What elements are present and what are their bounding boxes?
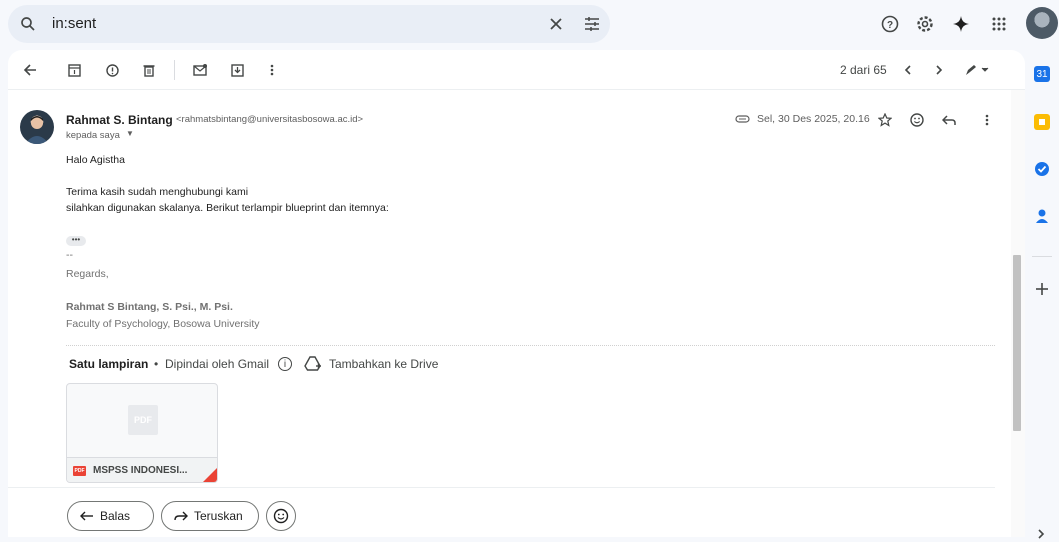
pdf-file-icon: PDF [73, 466, 86, 476]
body-line: Terima kasih sudah menghubungi kami [66, 186, 249, 198]
emoji-react-icon[interactable] [907, 110, 927, 130]
expand-panel-icon[interactable] [1037, 526, 1045, 542]
attachment-filename[interactable]: MSPSS INDONESI... [93, 465, 187, 476]
separator-dot: • [154, 357, 159, 371]
attachment-divider [66, 345, 995, 346]
label-icon [734, 110, 752, 128]
reply-label: Balas [100, 509, 131, 523]
scrollbar-thumb[interactable] [1013, 255, 1021, 431]
more-vert-icon[interactable] [977, 110, 997, 130]
signature-regards: Regards, [66, 268, 109, 280]
body-greeting: Halo Agistha [66, 154, 125, 166]
archive-icon[interactable] [63, 59, 85, 81]
more-vert-icon[interactable] [261, 59, 283, 81]
message-toolbar: 2 dari 65 [8, 50, 1025, 90]
search-input[interactable]: in:sent [52, 15, 96, 32]
email-date: Sel, 30 Des 2025, 20.16 [757, 113, 870, 125]
contacts-icon[interactable] [1034, 208, 1050, 224]
pdf-thumbnail-icon: PDF [128, 405, 158, 435]
show-trimmed-content-button[interactable]: ••• [66, 236, 86, 246]
forward-label: Teruskan [194, 509, 243, 523]
signature-name: Rahmat S Bintang, S. Psi., M. Psi. [66, 301, 233, 313]
delete-icon[interactable] [138, 59, 160, 81]
attachment-count: Satu lampiran [69, 357, 149, 371]
apps-grid-icon[interactable] [987, 12, 1011, 36]
filter-options-icon[interactable] [580, 12, 604, 36]
search-icon[interactable] [16, 12, 40, 36]
help-icon[interactable]: ? [878, 12, 902, 36]
side-panel-divider [1032, 256, 1052, 257]
prev-icon[interactable] [897, 59, 919, 81]
close-icon[interactable] [544, 12, 568, 36]
svg-text:?: ? [887, 20, 893, 31]
toolbar-divider [174, 60, 175, 80]
side-panel: 31 [1025, 48, 1059, 539]
tasks-icon[interactable] [1034, 161, 1050, 177]
body-line: silahkan digunakan skalanya. Berikut ter… [66, 202, 389, 214]
search-box[interactable]: in:sent [8, 5, 610, 43]
add-to-drive-icon[interactable] [304, 355, 322, 373]
calendar-icon[interactable]: 31 [1034, 66, 1050, 82]
move-to-icon[interactable] [226, 59, 248, 81]
keep-icon[interactable] [1034, 114, 1050, 130]
next-icon[interactable] [928, 59, 950, 81]
gemini-icon[interactable] [949, 12, 973, 36]
sender-avatar[interactable] [20, 110, 54, 144]
caret-down-icon[interactable]: ▼ [126, 129, 134, 138]
reply-icon[interactable] [939, 110, 959, 130]
signature-dash: -- [66, 249, 73, 261]
message-panel: 2 dari 65 Rahmat S. Bintang <rahmatsbint… [8, 50, 1025, 537]
input-tools-icon[interactable] [962, 59, 992, 81]
scanned-by-gmail: Dipindai oleh Gmail [165, 357, 270, 371]
star-icon[interactable] [875, 110, 895, 130]
signature-affiliation: Faculty of Psychology, Bosowa University [66, 318, 260, 330]
settings-icon[interactable] [913, 12, 937, 36]
attachment-footer: PDF MSPSS INDONESI... [67, 457, 217, 482]
back-arrow-icon[interactable] [19, 59, 41, 81]
attachment-card[interactable]: PDF PDF MSPSS INDONESI... [66, 383, 218, 483]
mark-unread-icon[interactable] [189, 59, 211, 81]
add-to-drive-button[interactable]: Tambahkan ke Drive [329, 357, 438, 371]
reply-divider [8, 487, 995, 488]
report-spam-icon[interactable] [101, 59, 123, 81]
top-bar: in:sent ? [0, 0, 1059, 48]
add-addon-icon[interactable] [1034, 281, 1050, 297]
sender-name[interactable]: Rahmat S. Bintang [66, 113, 173, 127]
attachment-corner-fold [201, 466, 217, 482]
recipient-label[interactable]: kepada saya [66, 130, 120, 141]
account-avatar[interactable] [1026, 7, 1058, 39]
info-icon[interactable]: i [278, 357, 292, 371]
forward-button[interactable]: Teruskan [161, 501, 259, 531]
emoji-reaction-button[interactable] [266, 501, 296, 531]
pagination-count: 2 dari 65 [840, 63, 887, 77]
reply-button[interactable]: Balas [67, 501, 154, 531]
sender-email: <rahmatsbintang@universitasbosowa.ac.id> [176, 114, 364, 125]
